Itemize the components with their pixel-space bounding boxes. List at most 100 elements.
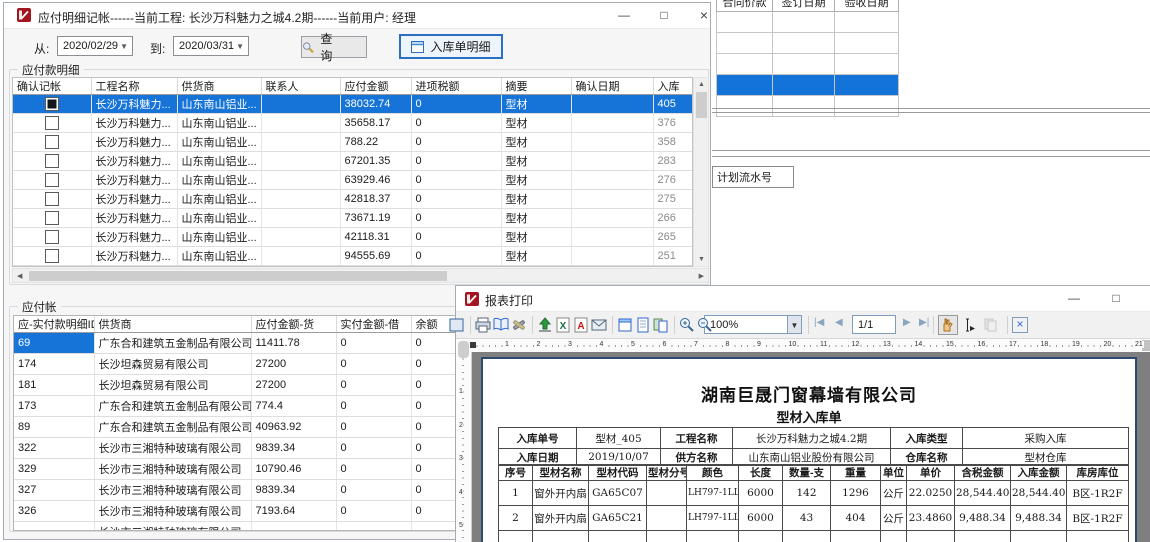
info-value: 长沙万科魅力之城4.2期 xyxy=(733,428,891,449)
column-header[interactable]: 应付金额 xyxy=(340,78,411,95)
table-row[interactable]: 长沙万科魅力...山东南山铝业...38032.740型材405 xyxy=(13,95,693,114)
close-icon[interactable]: × xyxy=(1012,317,1028,333)
table-row[interactable]: 长沙市三湘特种玻璃有限公司 xyxy=(14,522,456,532)
table-row[interactable]: 长沙万科魅力...山东南山铝业...94555.690型材251 xyxy=(13,247,693,266)
close-button[interactable]: × xyxy=(1139,286,1150,311)
page-number-box[interactable]: 1/1 xyxy=(852,315,896,334)
minimize-button[interactable]: — xyxy=(609,3,639,28)
query-button[interactable]: 查 询 xyxy=(301,36,367,58)
pdf-icon[interactable]: A xyxy=(573,317,589,333)
doc-panel-icon[interactable] xyxy=(449,317,465,333)
scroll-down-icon[interactable]: ▼ xyxy=(698,256,705,263)
to-date-combo[interactable]: 2020/03/31 ▼ xyxy=(173,36,249,56)
detail-header: 长度 xyxy=(739,465,783,481)
detail-cell xyxy=(589,531,647,542)
table-row[interactable]: 长沙万科魅力...山东南山铝业...3895.840型材250 xyxy=(13,266,693,268)
magnifier-icon xyxy=(302,41,314,54)
copy-icon[interactable] xyxy=(983,317,999,333)
confirm-checkbox[interactable] xyxy=(45,135,59,149)
table-row[interactable]: 长沙万科魅力...山东南山铝业...67201.350型材283 xyxy=(13,152,693,171)
column-header[interactable]: 供货商 xyxy=(94,316,251,333)
table-row[interactable]: 69广东合和建筑五金制品有限公司11411.7800 xyxy=(14,333,456,354)
cell xyxy=(835,75,899,96)
scroll-thumb[interactable] xyxy=(458,341,469,358)
ruler-number: 17 xyxy=(1008,341,1018,348)
printer-icon[interactable] xyxy=(475,317,491,333)
chevron-down-icon: ▼ xyxy=(120,42,128,51)
confirm-checkbox[interactable] xyxy=(45,116,59,130)
table-row[interactable]: 长沙万科魅力...山东南山铝业...35658.170型材376 xyxy=(13,114,693,133)
report-detail-table: 序号型材名称型材代码型材分号颜色长度数量-支重量单位单价含税金额入库金额库房库位… xyxy=(498,464,1129,542)
confirm-checkbox[interactable] xyxy=(45,192,59,206)
multi-page-icon[interactable] xyxy=(653,317,669,333)
table-row[interactable]: 173广东合和建筑五金制品有限公司774.400 xyxy=(14,396,456,417)
maximize-button[interactable]: □ xyxy=(1101,286,1131,311)
maximize-button[interactable]: □ xyxy=(649,3,679,28)
column-header[interactable]: 联系人 xyxy=(261,78,340,95)
table-row[interactable]: 89广东合和建筑五金制品有限公司40963.9200 xyxy=(14,417,456,438)
single-page-icon[interactable] xyxy=(635,317,651,333)
horizontal-scrollbar[interactable]: ◀ ▶ xyxy=(12,268,709,283)
column-header[interactable]: 供货商 xyxy=(177,78,261,95)
page-setup-icon[interactable] xyxy=(617,317,633,333)
column-header[interactable]: 工程名称 xyxy=(91,78,177,95)
table-row[interactable]: 长沙万科魅力...山东南山铝业...42818.370型材275 xyxy=(13,190,693,209)
column-header[interactable]: 摘要 xyxy=(501,78,571,95)
scroll-left-icon[interactable]: ◀ xyxy=(17,273,22,280)
excel-icon[interactable]: X xyxy=(555,317,571,333)
tools-icon[interactable] xyxy=(511,317,527,333)
confirm-checkbox[interactable] xyxy=(45,173,59,187)
vertical-scrollbar[interactable]: ▲ ▼ xyxy=(693,77,709,267)
titlebar[interactable]: 报表打印 — □ × xyxy=(456,286,1150,312)
detail-header: 型材名称 xyxy=(533,465,589,481)
table-row[interactable]: 181长沙坦森贸易有限公司2720000 xyxy=(14,375,456,396)
export-icon[interactable] xyxy=(537,317,553,333)
last-page-icon[interactable]: ▶| xyxy=(919,317,929,328)
first-page-icon[interactable]: |◀ xyxy=(814,317,824,328)
confirm-checkbox[interactable] xyxy=(45,211,59,225)
cell: 89 xyxy=(14,417,94,438)
titlebar[interactable]: 应付明细记帐------当前工程: 长沙万科魅力之城4.2期------当前用户… xyxy=(4,3,710,29)
window-title: 应付明细记帐------当前工程: 长沙万科魅力之城4.2期------当前用户… xyxy=(38,9,416,26)
scroll-up-icon[interactable]: ▲ xyxy=(698,81,705,88)
text-select-icon[interactable] xyxy=(961,317,977,333)
confirm-checkbox[interactable] xyxy=(45,97,59,111)
book-icon[interactable] xyxy=(493,317,509,333)
prev-page-icon[interactable]: ◀ xyxy=(835,317,843,328)
zoom-out-icon[interactable] xyxy=(697,317,713,333)
table-row[interactable]: 326长沙市三湘特种玻璃有限公司7193.6400 xyxy=(14,501,456,522)
preview-canvas[interactable]: 湖南巨晟门窗幕墙有限公司 型材入库单 入库单号型材_405工程名称长沙万科魅力之… xyxy=(472,352,1150,542)
query-button-label: 查 询 xyxy=(320,30,366,64)
close-button[interactable]: × xyxy=(689,3,719,28)
confirm-checkbox[interactable] xyxy=(45,230,59,244)
column-header[interactable]: 入库 xyxy=(653,78,693,95)
mail-icon[interactable] xyxy=(591,317,607,333)
column-header[interactable]: 实付金额-借 xyxy=(336,316,411,333)
table-row[interactable]: 长沙万科魅力...山东南山铝业...788.220型材358 xyxy=(13,133,693,152)
scroll-right-icon[interactable]: ▶ xyxy=(699,273,704,280)
zoom-combo[interactable]: 100% xyxy=(704,315,788,334)
confirm-checkbox[interactable] xyxy=(45,154,59,168)
table-row[interactable]: 长沙万科魅力...山东南山铝业...63929.460型材276 xyxy=(13,171,693,190)
minimize-button[interactable]: — xyxy=(1059,286,1089,311)
column-header[interactable]: 确认记帐 xyxy=(13,78,91,95)
cell-tax: 0 xyxy=(411,95,501,114)
column-header[interactable]: 应付金额-货 xyxy=(251,316,336,333)
column-header[interactable]: 确认日期 xyxy=(571,78,653,95)
table-row[interactable]: 174长沙坦森贸易有限公司2720000 xyxy=(14,354,456,375)
from-date-combo[interactable]: 2020/02/29 ▼ xyxy=(57,36,133,56)
zoom-combo-arrow[interactable]: ▼ xyxy=(787,315,802,334)
inbound-detail-button[interactable]: 入库单明细 xyxy=(399,34,503,59)
confirm-checkbox[interactable] xyxy=(45,249,59,263)
column-header[interactable]: 应-实付款明细ID xyxy=(14,316,94,333)
table-row[interactable]: 长沙万科魅力...山东南山铝业...42118.310型材265 xyxy=(13,228,693,247)
cell: 11411.78 xyxy=(251,333,336,354)
table-row[interactable]: 327长沙市三湘特种玻璃有限公司9839.3400 xyxy=(14,480,456,501)
table-row[interactable]: 322长沙市三湘特种玻璃有限公司9839.3400 xyxy=(14,438,456,459)
next-page-icon[interactable]: ▶ xyxy=(903,317,911,328)
table-row[interactable]: 长沙万科魅力...山东南山铝业...73671.190型材266 xyxy=(13,209,693,228)
hand-tool-selected[interactable] xyxy=(938,315,958,335)
zoom-in-icon[interactable] xyxy=(679,317,695,333)
column-header[interactable]: 进项税额 xyxy=(411,78,501,95)
table-row[interactable]: 329长沙市三湘特种玻璃有限公司10790.4600 xyxy=(14,459,456,480)
